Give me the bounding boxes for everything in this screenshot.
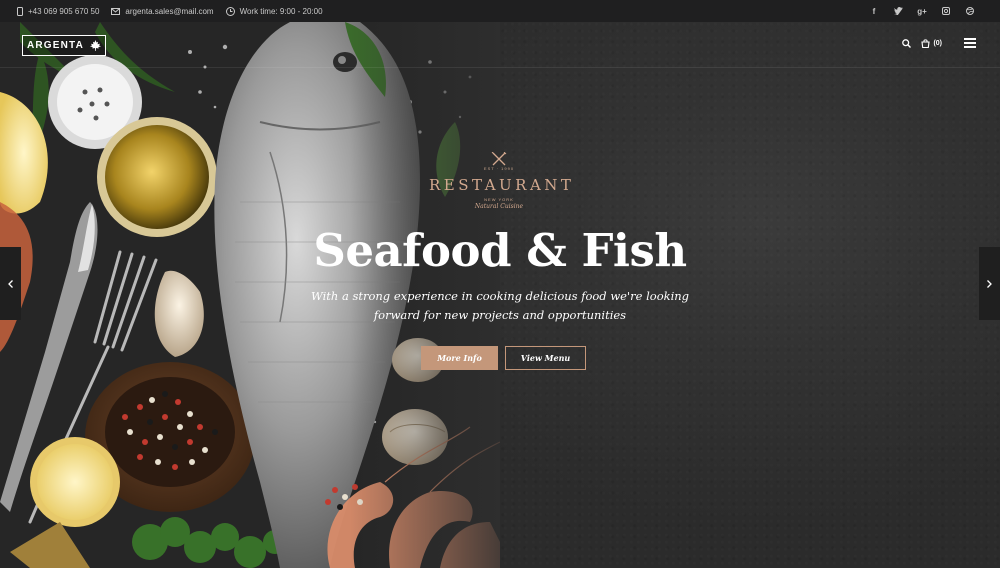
email-item: argenta.sales@mail.com <box>111 7 214 16</box>
phone-item: +43 069 905 670 50 <box>17 6 99 16</box>
phone-icon <box>17 6 23 16</box>
envelope-icon <box>111 7 121 15</box>
hero-title: Seafood & Fish <box>313 224 687 277</box>
emblem-name: RESTAURANT <box>429 176 575 194</box>
view-menu-button[interactable]: View Menu <box>505 346 586 370</box>
hero-subtitle-line-1: With a strong experience in cooking deli… <box>310 289 690 303</box>
hero-subtitle: With a strong experience in cooking deli… <box>300 287 700 325</box>
google-plus-icon[interactable]: g+ <box>917 6 927 16</box>
emblem-tagline: Natural Cuisine <box>474 203 524 210</box>
site-logo[interactable]: ARGENTA <box>22 35 106 56</box>
site-header: ARGENTA (0) <box>0 22 1000 68</box>
clock-icon <box>225 6 235 16</box>
cart-count: (0) <box>933 39 942 47</box>
header-actions: (0) <box>902 38 976 48</box>
work-hours: Work time: 9:00 - 20:00 <box>239 6 323 16</box>
hamburger-icon[interactable] <box>964 38 976 48</box>
phone-number[interactable]: +43 069 905 670 50 <box>28 7 99 16</box>
chevron-right-icon <box>987 279 992 288</box>
twitter-icon[interactable] <box>893 6 903 16</box>
social-links: f g+ <box>869 0 975 22</box>
instagram-icon[interactable] <box>941 6 951 16</box>
restaurant-emblem: EST · 1990 RESTAURANT NEW YORK Natural C… <box>429 152 575 218</box>
dribbble-icon[interactable] <box>965 6 975 16</box>
crossed-utensils-icon <box>491 152 507 166</box>
cart-button[interactable]: (0) <box>921 38 942 48</box>
email-address[interactable]: argenta.sales@mail.com <box>125 7 213 16</box>
top-info-bar: +43 069 905 670 50 argenta.sales@mail.co… <box>0 0 1000 22</box>
chevron-left-icon <box>8 279 13 288</box>
slider-next-button[interactable] <box>979 247 1000 320</box>
search-icon[interactable] <box>902 38 912 48</box>
facebook-icon[interactable]: f <box>869 6 879 16</box>
hours-item: Work time: 9:00 - 20:00 <box>225 6 323 16</box>
more-info-button[interactable]: More Info <box>421 346 498 370</box>
hero-slider: ARGENTA (0) EST · 1990 RESTAURANT NEW YO… <box>0 22 1000 568</box>
slider-prev-button[interactable] <box>0 247 21 320</box>
hero-subtitle-line-2: forward for new projects and opportuniti… <box>373 308 627 322</box>
emblem-city: NEW YORK <box>484 197 514 202</box>
logo-text: ARGENTA <box>26 40 85 51</box>
emblem-est: EST · 1990 <box>483 166 515 171</box>
cart-icon <box>921 38 931 48</box>
maple-leaf-icon <box>90 40 102 51</box>
contact-info: +43 069 905 670 50 argenta.sales@mail.co… <box>0 6 323 16</box>
